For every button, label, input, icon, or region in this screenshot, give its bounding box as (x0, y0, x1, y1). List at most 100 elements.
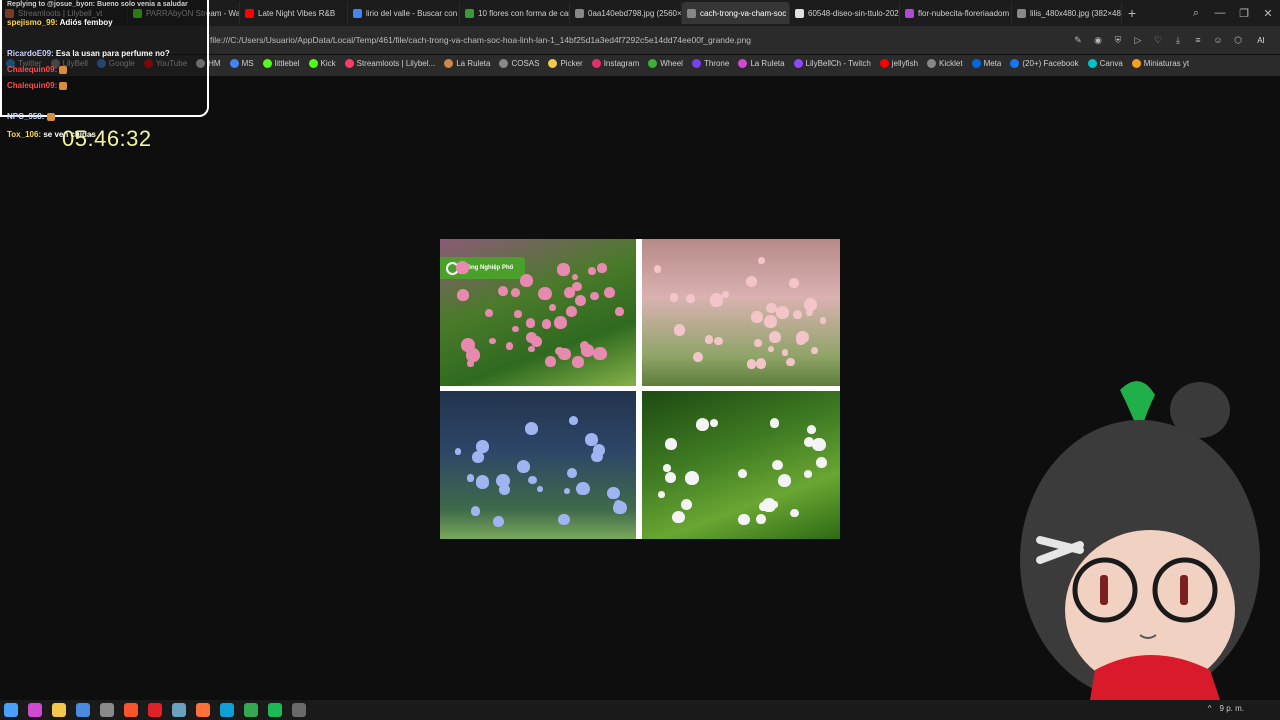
ai-button[interactable]: AI (1250, 32, 1272, 48)
store-icon[interactable] (76, 703, 90, 717)
flower-bell (696, 417, 710, 432)
watermark-text: Nông Nghiệp Phố (463, 265, 514, 271)
flower-bell (565, 305, 578, 318)
flower-bell (525, 318, 536, 328)
bookmark-favicon-icon (1010, 59, 1020, 68)
brave-browser-icon[interactable] (124, 703, 138, 717)
bookmark-favicon-icon (1131, 59, 1141, 68)
bookmark-item[interactable]: jellyfish (879, 59, 918, 68)
opera-icon[interactable] (148, 703, 162, 717)
bookmark-item[interactable]: COSAS (499, 59, 539, 68)
restore-icon[interactable]: ❐ (1232, 7, 1256, 20)
bookmark-item[interactable]: LilyBellCh - Twitch (793, 59, 871, 68)
bookmark-label: littlebel (274, 59, 300, 68)
url-field[interactable]: file:///C:/Users/Usuario/AppData/Local/T… (210, 35, 751, 45)
tray-chevron-icon[interactable]: ^ (1208, 704, 1212, 713)
extensions-icon[interactable]: ⬡ (1230, 32, 1246, 48)
flower-bell (664, 472, 676, 484)
browser-tab[interactable]: Late Night Vibes R&B (240, 2, 348, 24)
flower-bell (545, 356, 557, 368)
bookmark-item[interactable]: Instagram (591, 59, 640, 68)
chat-text: Adiós femboy (59, 18, 113, 27)
download-icon[interactable]: ⤓ (1170, 32, 1186, 48)
bookmark-favicon-icon (262, 59, 272, 68)
bookmark-favicon-icon (738, 59, 748, 68)
bookmark-item[interactable]: La Ruleta (444, 59, 490, 68)
windows-start-icon[interactable] (4, 703, 18, 717)
obs-icon[interactable] (292, 703, 306, 717)
edit-icon[interactable]: ✎ (1070, 32, 1086, 48)
bookmark-label: (20+) Facebook (1022, 59, 1079, 68)
flower-bell (549, 304, 557, 311)
profile-icon[interactable]: ☺ (1210, 32, 1226, 48)
flower-bell (793, 310, 803, 320)
browser-tab[interactable]: lirio del valle - Buscar con (348, 2, 460, 24)
flower-bell (566, 467, 578, 479)
bookmark-item[interactable]: Wheel (648, 59, 683, 68)
bookmark-label: Instagram (603, 59, 640, 68)
search-tabs-icon[interactable]: ⌕ (1184, 7, 1208, 20)
bookmark-item[interactable]: Miniaturas yt (1131, 59, 1189, 68)
browser-tab[interactable]: 60548-diseo-sin-ttulo-202 (790, 2, 900, 24)
flower-bell (519, 273, 533, 287)
flower-bell (475, 475, 490, 489)
browser-tab[interactable]: cach-trong-va-cham-soc (682, 2, 790, 24)
shield-icon[interactable]: ⛨ (1110, 32, 1126, 48)
bookmark-item[interactable]: Streamloots | Lilybel... (344, 59, 435, 68)
browser-tab[interactable]: 10 flores con forma de cam (460, 2, 570, 24)
menu-icon[interactable]: ≡ (1190, 32, 1206, 48)
heart-icon[interactable]: ♡ (1150, 32, 1166, 48)
tray-clock: 9 p. m. (1219, 704, 1244, 713)
bookmark-item[interactable]: Throne (691, 59, 729, 68)
watermark: Nông Nghiệp Phố (440, 257, 526, 279)
bookmark-item[interactable]: (20+) Facebook (1010, 59, 1079, 68)
browser-tab[interactable]: flor-nubecita-floreriaadom (900, 2, 1012, 24)
app-icon[interactable] (100, 703, 114, 717)
flower-bell (476, 439, 489, 453)
chat-message: Chalequin09: (7, 65, 202, 74)
flower-bell (738, 514, 750, 526)
minimize-icon[interactable]: — (1208, 7, 1232, 19)
tab-label: 10 flores con forma de cam (478, 8, 570, 18)
chrome-icon[interactable] (244, 703, 258, 717)
bookmark-favicon-icon (793, 59, 803, 68)
new-tab-button[interactable]: + (1122, 2, 1142, 24)
bookmark-favicon-icon (308, 59, 318, 68)
browser-tab[interactable]: 0aa140ebd798.jpg (2560× (570, 2, 682, 24)
lily-of-the-valley-image: Nông Nghiệp Phố (440, 239, 840, 539)
flower-bell (496, 474, 510, 488)
vtube-app-icon[interactable] (28, 703, 42, 717)
browser-tab[interactable]: lilis_480x480.jpg (382×48 (1012, 2, 1122, 24)
firefox-icon[interactable] (196, 703, 210, 717)
chat-message: NPC_958: (7, 112, 202, 121)
bookmark-item[interactable]: La Ruleta (738, 59, 785, 68)
bookmark-item[interactable]: littlebel (262, 59, 300, 68)
bookmark-item[interactable]: MS (229, 59, 254, 68)
flower-bell (673, 324, 686, 336)
flower-bell (512, 325, 520, 333)
flower-bell (768, 345, 775, 353)
notepad-icon[interactable] (172, 703, 186, 717)
bookmark-favicon-icon (1087, 59, 1097, 68)
bookmark-item[interactable]: Meta (971, 59, 1001, 68)
bookmark-item[interactable]: Canva (1087, 59, 1123, 68)
flower-bell (693, 351, 704, 362)
play-icon[interactable]: ▷ (1130, 32, 1146, 48)
bookmark-favicon-icon (879, 59, 889, 68)
flower-bell (770, 418, 780, 428)
spotify-icon[interactable] (268, 703, 282, 717)
file-explorer-icon[interactable] (52, 703, 66, 717)
chat-messages: spejismo_99: Adiós femboy RicardoE09: Esa… (7, 18, 202, 139)
bookmark-item[interactable]: Kick (308, 59, 336, 68)
flower-bell (557, 263, 570, 276)
flower-bell (492, 515, 505, 528)
bookmark-label: Wheel (660, 59, 683, 68)
edge-icon[interactable] (220, 703, 234, 717)
camera-icon[interactable]: ◉ (1090, 32, 1106, 48)
chat-username: Tox_106: (7, 130, 42, 139)
close-icon[interactable]: ✕ (1256, 7, 1280, 20)
bookmark-favicon-icon (499, 59, 509, 68)
flower-bell (669, 292, 679, 302)
bookmark-item[interactable]: Picker (548, 59, 583, 68)
bookmark-item[interactable]: Kicklet (927, 59, 963, 68)
